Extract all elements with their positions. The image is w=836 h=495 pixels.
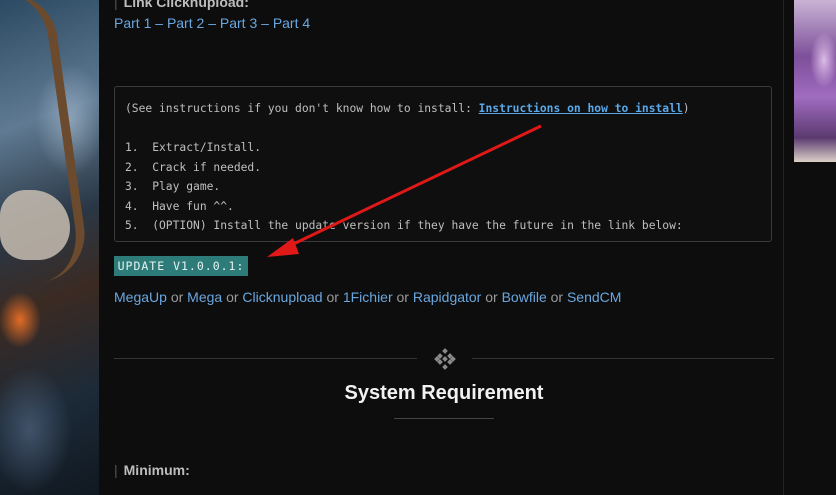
clicknupload-link[interactable]: Clicknupload xyxy=(242,289,322,305)
bowfile-link[interactable]: Bowfile xyxy=(502,289,547,305)
sendcm-link[interactable]: SendCM xyxy=(567,289,621,305)
link-clicknupload-heading: | Link Clicknupload: xyxy=(114,0,249,10)
megaup-link[interactable]: MegaUp xyxy=(114,289,167,305)
system-requirement-title: System Requirement xyxy=(344,382,544,404)
step-1: 1. Extract/Install. xyxy=(125,141,262,154)
minimum-heading: | Minimum: xyxy=(114,462,190,478)
left-game-artwork xyxy=(0,0,99,495)
part-3-link[interactable]: Part 3 xyxy=(220,15,257,31)
instructions-intro: (See instructions if you don't know how … xyxy=(125,102,690,115)
1fichier-link[interactable]: 1Fichier xyxy=(343,289,393,305)
diamond-dots-icon xyxy=(434,348,456,370)
step-3: 3. Play game. xyxy=(125,180,221,193)
mirror-links: MegaUp or Mega or Clicknupload or 1Fichi… xyxy=(114,289,622,305)
part-4-link[interactable]: Part 4 xyxy=(273,15,310,31)
update-badge: UPDATE V1.0.0.1: xyxy=(114,256,248,276)
instructions-link[interactable]: Instructions on how to install xyxy=(479,102,683,115)
rapidgator-link[interactable]: Rapidgator xyxy=(413,289,482,305)
part-1-link[interactable]: Part 1 xyxy=(114,15,151,31)
step-4: 4. Have fun ^^. xyxy=(125,199,234,213)
red-arrow-annotation xyxy=(267,124,542,257)
step-2: 2. Crack if needed. xyxy=(125,160,262,174)
step-5: 5. (OPTION) Install the update version i… xyxy=(125,219,683,232)
install-instructions-box: (See instructions if you don't know how … xyxy=(114,86,772,242)
right-artwork-thumbnail[interactable] xyxy=(794,0,836,162)
sidebar-divider xyxy=(783,0,784,495)
part-2-link[interactable]: Part 2 xyxy=(167,15,204,31)
mega-link[interactable]: Mega xyxy=(187,289,222,305)
section-divider-left xyxy=(114,358,417,359)
title-underline xyxy=(394,418,494,419)
parts-links: Part 1 – Part 2 – Part 3 – Part 4 xyxy=(114,15,311,31)
section-divider-right xyxy=(472,358,774,359)
